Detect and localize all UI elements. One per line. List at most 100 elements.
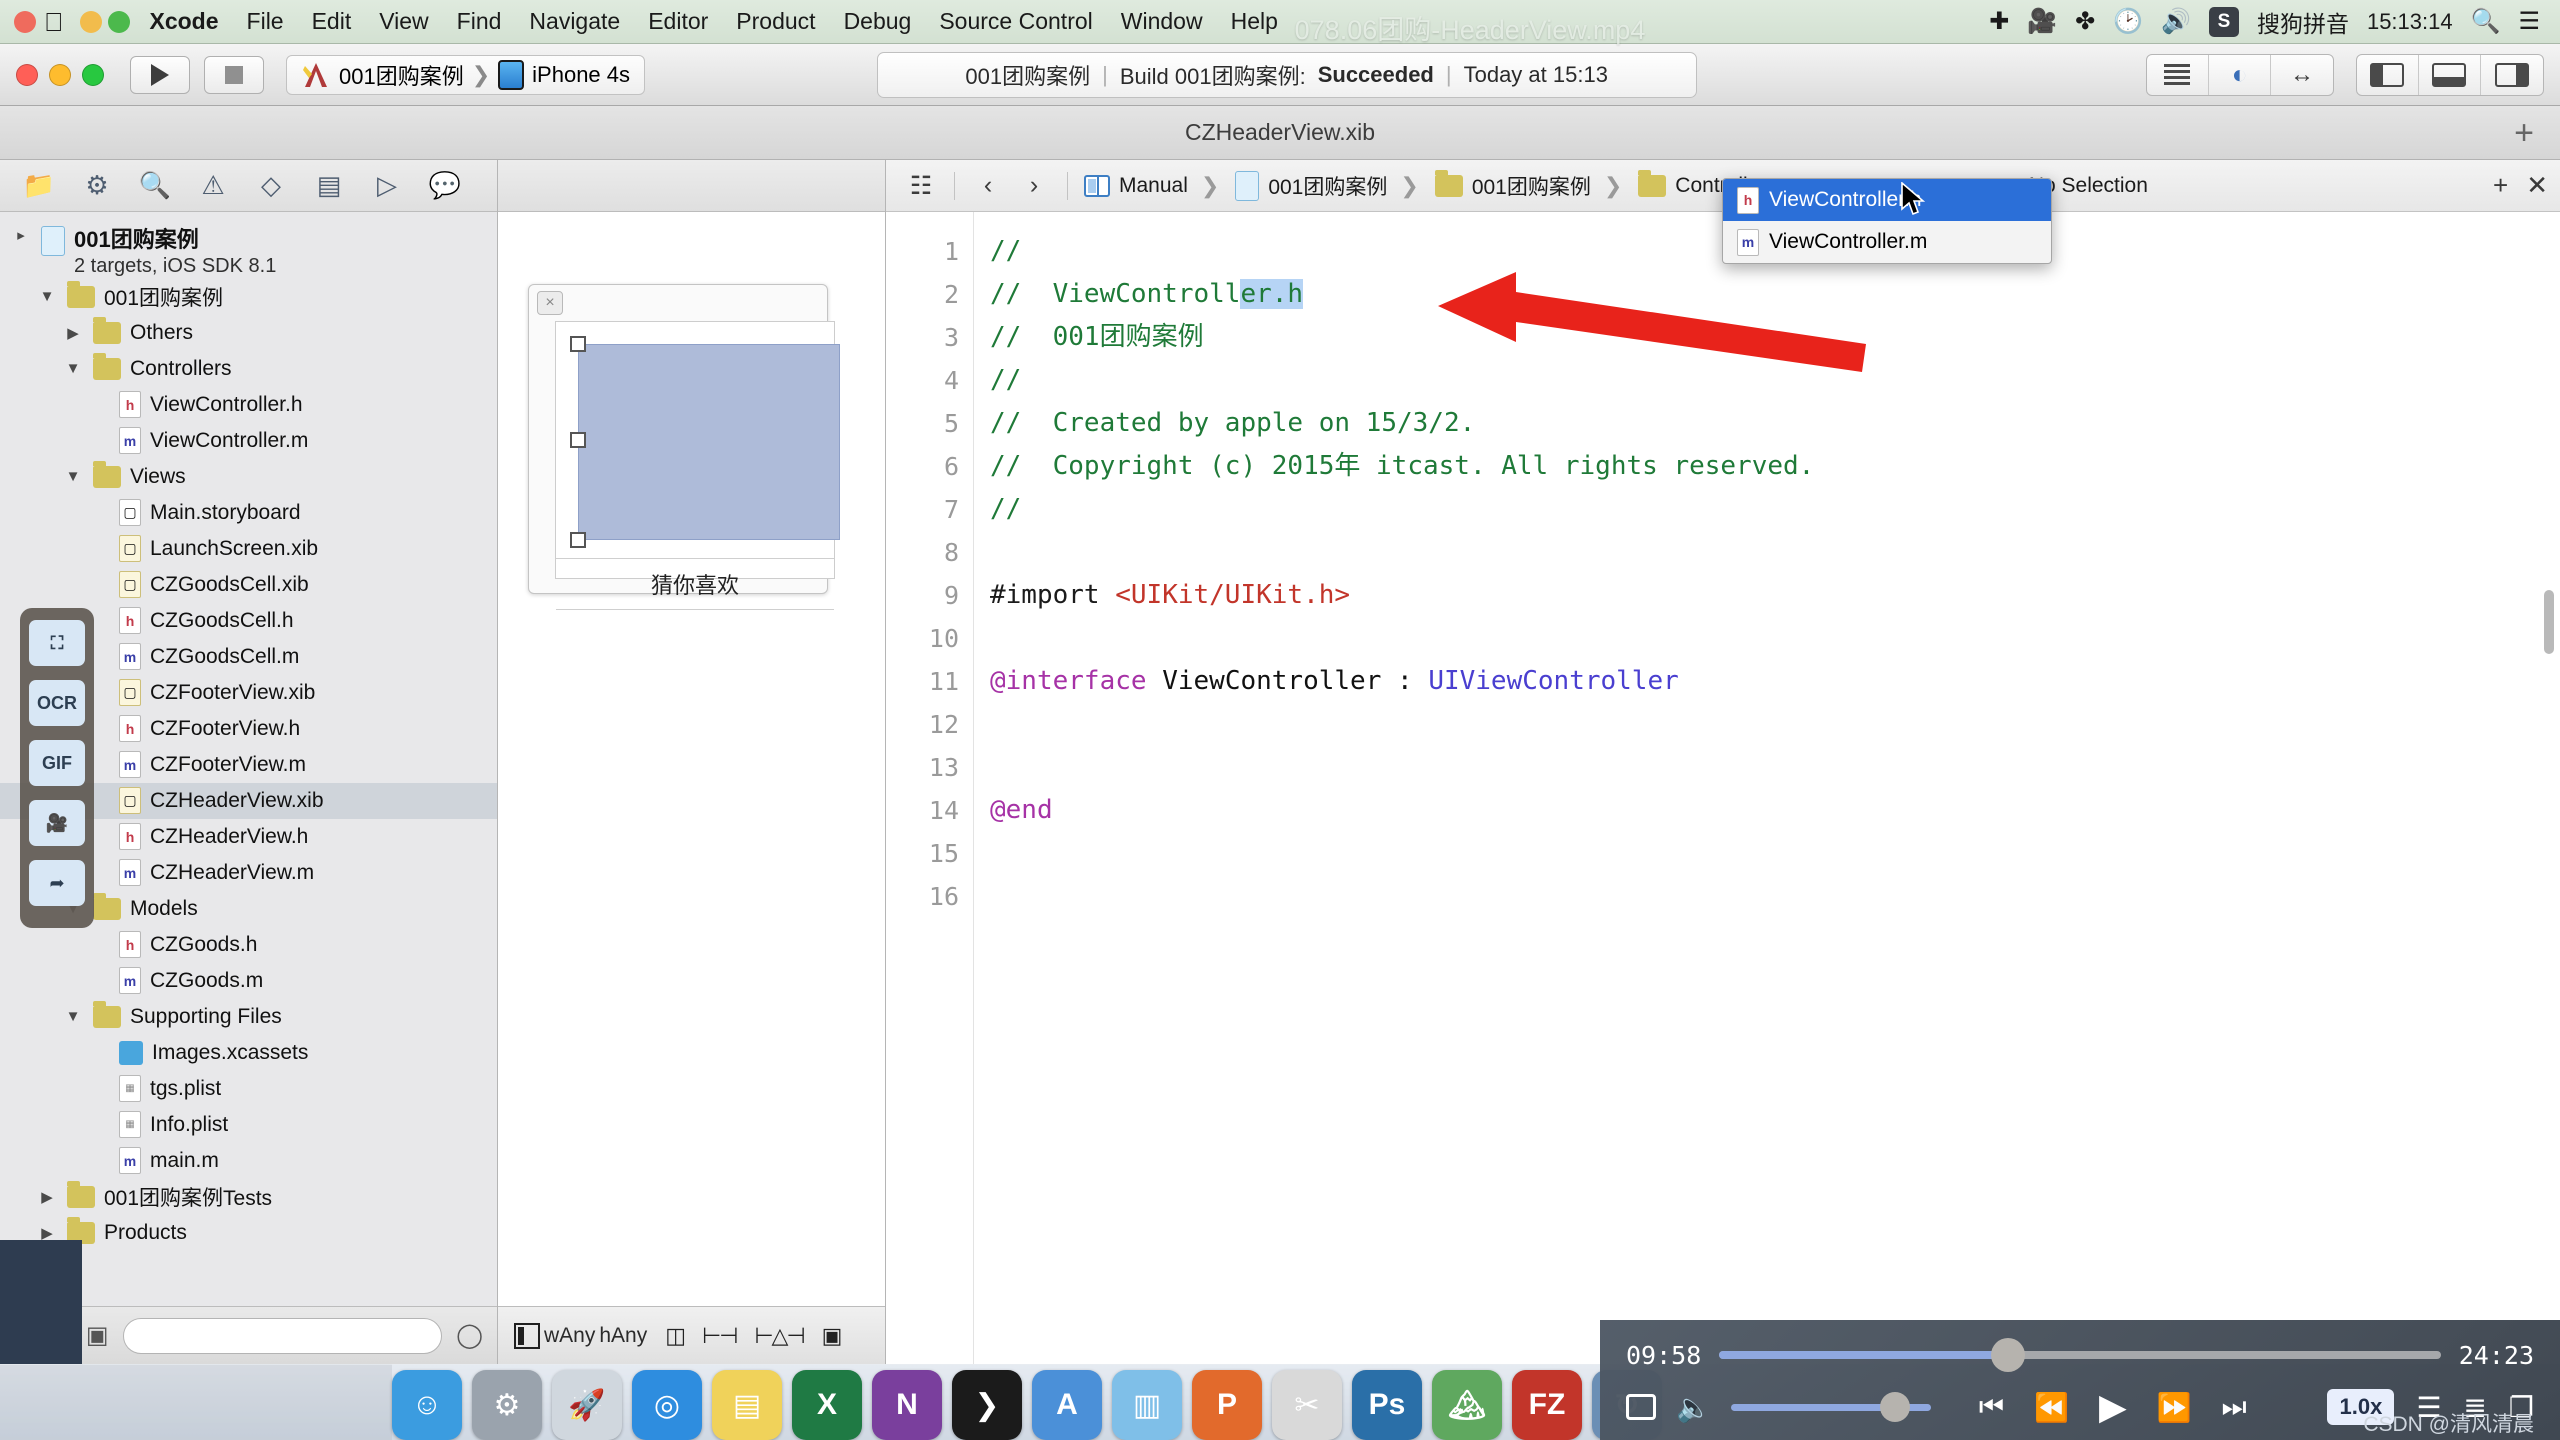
breadcrumb-manual[interactable]: Manual ❯: [1078, 173, 1229, 199]
airdrop-icon[interactable]: ✚: [1989, 7, 2009, 36]
related-items-icon[interactable]: ☷: [898, 171, 944, 201]
code-line[interactable]: [990, 703, 2560, 746]
test-navigator-icon[interactable]: ◇: [242, 161, 300, 211]
menu-item-window[interactable]: Window: [1107, 8, 1217, 35]
root-twisty-icon[interactable]: ▸: [10, 226, 32, 244]
breadcrumb-project[interactable]: 001团购案例 ❯: [1229, 170, 1428, 201]
preview-icon[interactable]: 🏔: [1432, 1370, 1502, 1440]
notes-icon[interactable]: ▤: [712, 1370, 782, 1440]
apple-logo-icon[interactable]: : [44, 9, 64, 35]
hide-navigator-icon[interactable]: ◯: [456, 1321, 483, 1350]
record-icon[interactable]: 🎥: [29, 800, 85, 846]
go-forward-button[interactable]: ›: [1011, 171, 1057, 200]
screenshot-icon[interactable]: ⛶: [29, 620, 85, 666]
tree-item-czgoods.h[interactable]: h CZGoods.h: [0, 927, 497, 963]
volume-icon[interactable]: 🔊: [2161, 7, 2191, 36]
ib-view-preview[interactable]: × 猜你喜欢: [528, 284, 840, 610]
safari-icon[interactable]: ◎: [632, 1370, 702, 1440]
code-line[interactable]: [990, 531, 2560, 574]
breadcrumb-group[interactable]: 001团购案例 ❯: [1429, 169, 1632, 201]
twisty-icon[interactable]: ▶: [36, 1224, 58, 1242]
screen-record-icon[interactable]: 🎥: [2027, 7, 2057, 36]
menu-item-editor[interactable]: Editor: [634, 8, 722, 35]
add-editor-icon[interactable]: +: [2493, 170, 2508, 201]
menu-app-name[interactable]: Xcode: [136, 8, 233, 35]
code-line[interactable]: [990, 875, 2560, 918]
tree-item-001----[interactable]: ▼ 001团购案例: [0, 279, 497, 315]
twisty-icon[interactable]: ▶: [62, 324, 84, 342]
tree-item-views[interactable]: ▼ Views: [0, 459, 497, 495]
jumpbar-dropdown-menu[interactable]: h ViewController.h m ViewController.m: [1722, 178, 2052, 264]
toggle-utilities-button[interactable]: [2481, 55, 2543, 95]
assistant-editor-button[interactable]: ◐: [2209, 54, 2271, 95]
player-seek-bar[interactable]: [1719, 1338, 2441, 1372]
code-line[interactable]: // Created by apple on 15/3/2.: [990, 402, 2560, 445]
code-line[interactable]: [990, 832, 2560, 875]
filter-source-icon[interactable]: ▣: [86, 1321, 109, 1350]
code-line[interactable]: // Copyright (c) 2015年 itcast. All right…: [990, 445, 2560, 488]
menu-item-navigate[interactable]: Navigate: [515, 8, 634, 35]
tree-item-tgs.plist[interactable]: ▦ tgs.plist: [0, 1071, 497, 1107]
add-tab-button[interactable]: +: [2514, 116, 2534, 150]
menu-item-help[interactable]: Help: [1217, 8, 1292, 35]
project-navigator-icon[interactable]: 📁: [10, 161, 68, 211]
scheme-selector[interactable]: 001团购案例 ❯ iPhone 4s: [286, 54, 646, 95]
snip-icon[interactable]: ✂: [1272, 1370, 1342, 1440]
align-icon[interactable]: ⊢⊣: [702, 1323, 738, 1349]
volume-slider[interactable]: [1730, 1392, 1931, 1422]
twisty-icon[interactable]: ▶: [36, 1188, 58, 1206]
code-line[interactable]: //: [990, 488, 2560, 531]
breakpoint-navigator-icon[interactable]: ▷: [358, 161, 416, 211]
tree-item-main.storyboard[interactable]: ▢ Main.storyboard: [0, 495, 497, 531]
menu-item-edit[interactable]: Edit: [298, 8, 366, 35]
twisty-icon[interactable]: ▼: [62, 360, 84, 377]
ib-handle-middle[interactable]: [570, 432, 586, 448]
source-control-navigator-icon[interactable]: ⚙: [68, 161, 126, 211]
tree-item-launchscreen.xib[interactable]: ▢ LaunchScreen.xib: [0, 531, 497, 567]
ib-close-icon[interactable]: ×: [537, 291, 563, 315]
share-icon[interactable]: ➦: [29, 860, 85, 906]
twisty-icon[interactable]: ▼: [62, 1008, 84, 1025]
terminal-icon[interactable]: ❯: [952, 1370, 1022, 1440]
code-line[interactable]: [990, 746, 2560, 789]
search-icon[interactable]: 🔍: [2471, 7, 2501, 36]
tree-item-controllers[interactable]: ▼ Controllers: [0, 351, 497, 387]
search-navigator-icon[interactable]: 🔍: [126, 161, 184, 211]
resolve-issues-icon[interactable]: ▣: [822, 1323, 843, 1349]
window-minimize-button[interactable]: [49, 63, 71, 86]
tree-item-images.xcassets[interactable]: Images.xcassets: [0, 1035, 497, 1071]
popup-item-viewcontroller-m[interactable]: m ViewController.m: [1723, 221, 2051, 263]
input-method-label[interactable]: 搜狗拼音: [2257, 5, 2349, 39]
next-icon[interactable]: ⏭: [2222, 1391, 2247, 1424]
toggle-navigator-button[interactable]: [2357, 54, 2419, 95]
filezilla-icon[interactable]: FZ: [1512, 1370, 1582, 1440]
code-line[interactable]: #import <UIKit/UIKit.h>: [990, 574, 2560, 617]
code-area[interactable]: 1 2 3 4 5 6 7 8 9 10 11 12 13 14 15 16 //// ViewControl…: [886, 212, 2560, 1364]
popup-item-viewcontroller-h[interactable]: h ViewController.h: [1723, 179, 2051, 221]
player-seek-knob[interactable]: [1990, 1338, 2025, 1372]
tree-item-czgoods.m[interactable]: m CZGoods.m: [0, 963, 497, 999]
stack-icon[interactable]: ◫: [665, 1323, 686, 1349]
xcode-icon[interactable]: A: [1032, 1370, 1102, 1440]
standard-editor-button[interactable]: [2147, 54, 2209, 95]
volume-icon[interactable]: 🔈: [1676, 1391, 1711, 1424]
tree-item-czgoodscell.xib[interactable]: ▢ CZGoodsCell.xib: [0, 567, 497, 603]
size-class-control[interactable]: wAny hAny: [514, 1322, 647, 1349]
pin-icon[interactable]: ⊢△⊣: [754, 1323, 805, 1349]
menu-item-source-control[interactable]: Source Control: [925, 8, 1106, 35]
menu-item-debug[interactable]: Debug: [830, 8, 926, 35]
twisty-icon[interactable]: ▼: [62, 468, 84, 485]
keynote-icon[interactable]: P: [1192, 1370, 1262, 1440]
gif-button[interactable]: GIF: [29, 740, 85, 786]
editor-scrollbar[interactable]: [2544, 590, 2554, 654]
onenote-icon[interactable]: N: [872, 1370, 942, 1440]
notification-center-icon[interactable]: ☰: [2518, 7, 2540, 36]
ib-canvas[interactable]: × 猜你喜欢: [498, 212, 885, 1306]
code-line[interactable]: //: [990, 359, 2560, 402]
settings-icon[interactable]: ⚙: [472, 1370, 542, 1440]
version-editor-button[interactable]: ↔: [2271, 55, 2333, 95]
tree-item-001----tests[interactable]: ▶ 001团购案例Tests: [0, 1179, 497, 1215]
stop-button[interactable]: [204, 55, 264, 94]
ib-handle-top[interactable]: [570, 336, 586, 352]
code-line[interactable]: // 001团购案例: [990, 316, 2560, 359]
